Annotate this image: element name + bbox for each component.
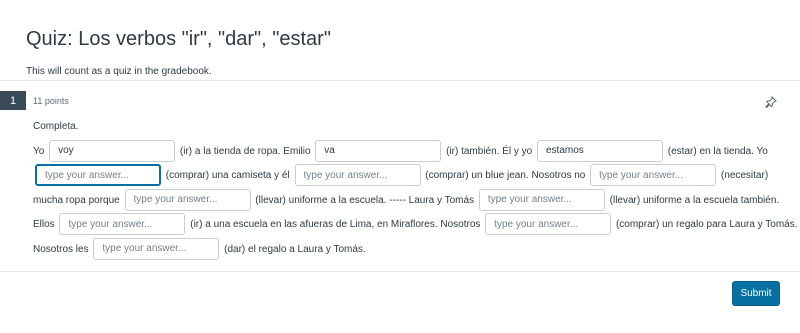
answer-input-11[interactable] [93,237,220,260]
answer-input-2[interactable] [315,139,442,162]
question-text: Yo [33,145,45,157]
quiz-subtitle: This will count as a quiz in the gradebo… [26,66,212,77]
question-number-badge: 1 [0,91,26,110]
question-text: (estar) en la tienda. Yo [667,145,768,157]
answer-input-5[interactable] [294,164,421,187]
question-card: 1 11 points Completa. Yo (ir) a la tiend… [0,91,800,271]
question-text: (comprar) un regalo para Laura y Tomás. [615,219,798,230]
answer-input-10[interactable] [485,213,612,236]
answer-input-1[interactable] [49,139,176,162]
question-text: mucha ropa porque [33,194,120,206]
answer-input-8[interactable] [478,188,605,211]
header-divider [0,80,800,81]
footer-divider [0,271,800,272]
question-text: (necesitar) [720,170,769,181]
pin-icon[interactable] [765,95,777,109]
answer-input-6[interactable] [590,164,717,187]
question-text: Nosotros les [33,243,89,255]
question-text: (ir) también. Él y yo [446,145,533,157]
question-text: Ellos [33,219,55,230]
answer-input-9[interactable] [59,213,186,236]
question-text: (comprar) un blue jean. Nosotros no [425,170,586,181]
answer-input-4[interactable] [35,164,161,187]
answer-input-3[interactable] [537,139,663,162]
question-body: Completa. Yo (ir) a la tienda de ropa. E… [33,115,798,262]
question-text: (llevar) uniforme a la escuela también. [609,194,780,206]
question-text: (comprar) una camiseta y él [165,170,290,181]
submit-button[interactable]: Submit [732,281,780,306]
question-text: (ir) a la tienda de ropa. Emilio [179,145,311,157]
question-intro: Completa. [33,121,79,132]
question-text: (dar) el regalo a Laura y Tomás. [224,243,366,255]
answer-input-7[interactable] [124,188,251,211]
question-text: (llevar) uniforme a la escuela. ----- La… [255,194,475,206]
question-points: 11 points [33,96,69,106]
quiz-title: Quiz: Los verbos "ir", "dar", "estar" [26,28,331,50]
question-text: (ir) a una escuela en las afueras de Lim… [190,219,481,230]
